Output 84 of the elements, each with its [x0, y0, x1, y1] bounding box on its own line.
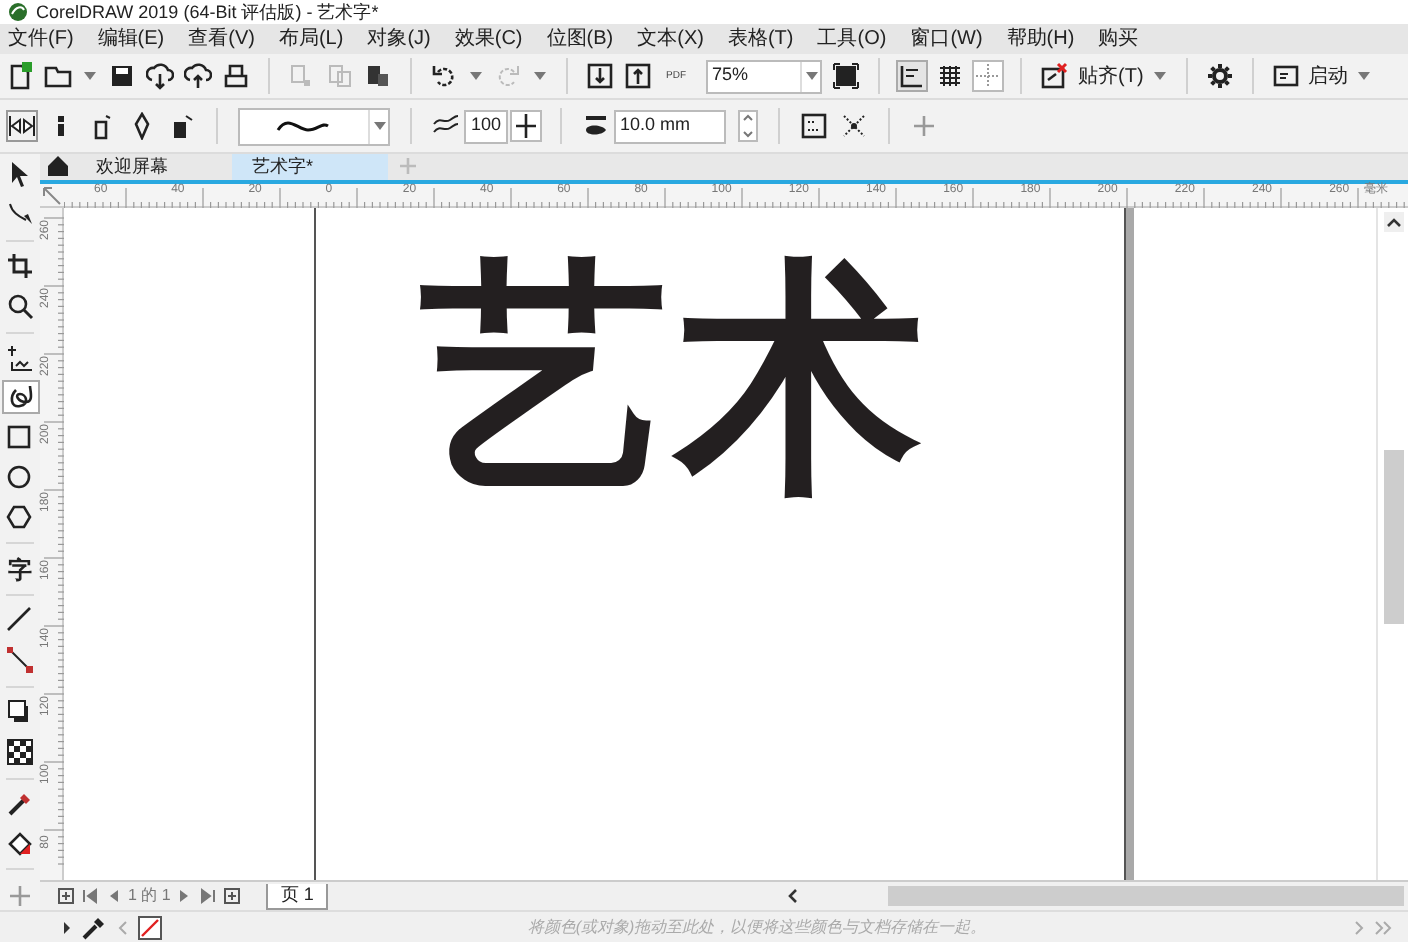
document-tab[interactable]: 艺术字* — [232, 154, 388, 180]
menu-item[interactable]: 位图(B) — [546, 29, 614, 49]
page-tab[interactable]: 页 1 — [266, 883, 328, 909]
caret-icon[interactable] — [371, 118, 387, 134]
menu-item[interactable]: 查看(V) — [188, 29, 255, 49]
save-icon[interactable] — [108, 62, 136, 90]
eyedropper-icon[interactable] — [82, 915, 106, 939]
menu-item[interactable]: 对象(J) — [367, 29, 431, 49]
launch-dropdown[interactable]: 启动 — [1271, 61, 1372, 91]
zoom-tool-icon[interactable] — [6, 292, 34, 321]
scrollbar-thumb[interactable] — [1383, 450, 1403, 624]
connector-tool-icon[interactable] — [6, 646, 34, 675]
snap-off-icon[interactable] — [1040, 62, 1068, 90]
rulers-icon[interactable] — [898, 62, 926, 90]
cloud-upload-icon[interactable] — [184, 62, 212, 90]
add-page-icon[interactable] — [56, 886, 76, 906]
menu-item[interactable]: 帮助(H) — [1006, 29, 1075, 49]
caret-icon[interactable] — [532, 68, 548, 84]
plus-slider-icon[interactable] — [512, 112, 540, 140]
stroke-width-icon[interactable] — [582, 112, 610, 140]
undo-icon[interactable] — [430, 62, 458, 90]
expand-icon[interactable] — [60, 919, 72, 935]
add-page-icon[interactable] — [222, 886, 243, 906]
fill-tool-icon[interactable] — [6, 829, 34, 858]
smoothing-field[interactable]: 100 — [464, 109, 508, 143]
paste-icon[interactable] — [364, 62, 392, 90]
menu-item[interactable]: 布局(L) — [278, 29, 344, 49]
line-tool-icon[interactable] — [6, 606, 34, 635]
page-counter: 1 的 1 — [128, 884, 171, 908]
stroke-curve-icon[interactable] — [276, 116, 332, 136]
grid-icon[interactable] — [936, 62, 964, 90]
caret-icon[interactable] — [803, 68, 819, 84]
break-apart-icon[interactable] — [840, 112, 868, 140]
artistic-text[interactable]: 艺术 — [420, 256, 932, 504]
ellipse-tool-icon[interactable] — [6, 463, 34, 492]
scrollbar-thumb[interactable] — [888, 886, 1404, 906]
calligraphy-icon[interactable] — [168, 112, 196, 140]
rectangle-tool-icon[interactable] — [6, 423, 34, 452]
no-color-swatch-icon[interactable] — [138, 915, 162, 939]
transparency-tool-icon[interactable] — [6, 738, 34, 767]
new-document-icon[interactable] — [6, 62, 34, 90]
import-icon[interactable] — [586, 62, 614, 90]
text-tool-icon[interactable]: 字 — [8, 557, 32, 582]
snap-dropdown[interactable]: 贴齐(T) — [1078, 61, 1168, 91]
stroke-width-field[interactable]: 10.0 mm — [614, 109, 726, 143]
window-title: CorelDRAW 2019 (64-Bit 评估版) - 艺术字* — [36, 3, 379, 21]
app-logo-icon[interactable] — [8, 2, 28, 22]
last-page-icon[interactable] — [198, 886, 219, 906]
freehand-tool-icon[interactable] — [6, 343, 34, 372]
menu-item[interactable]: 文本(X) — [637, 29, 704, 49]
polygon-tool-icon[interactable] — [6, 503, 34, 532]
add-icon[interactable] — [910, 112, 938, 140]
window-icon[interactable] — [1271, 62, 1300, 90]
guidelines-icon[interactable] — [974, 62, 1002, 90]
artistic-tool-icon[interactable] — [6, 383, 34, 412]
stroke-preset-dropdown[interactable] — [238, 107, 390, 145]
caret-icon[interactable] — [82, 68, 98, 84]
eyedropper-tool-icon[interactable] — [6, 789, 34, 818]
menu-item[interactable]: 文件(F) — [8, 29, 74, 49]
first-page-icon[interactable] — [80, 886, 100, 906]
spinner-icon[interactable] — [738, 110, 758, 142]
settings-icon[interactable] — [1205, 62, 1234, 90]
shadow-tool-icon[interactable] — [6, 698, 34, 727]
full-screen-icon[interactable] — [832, 62, 860, 90]
bounding-box-icon[interactable] — [800, 112, 828, 140]
menu-item[interactable]: 编辑(E) — [97, 29, 165, 49]
caret-icon[interactable] — [468, 68, 484, 84]
menu-item[interactable]: 工具(O) — [817, 29, 887, 49]
print-icon[interactable] — [222, 62, 250, 90]
cloud-download-icon[interactable] — [146, 62, 174, 90]
add-icon[interactable] — [6, 881, 34, 910]
crop-tool-icon[interactable] — [6, 252, 34, 281]
menu-item[interactable]: 窗口(W) — [910, 29, 983, 49]
export-icon[interactable] — [624, 62, 652, 90]
caret-icon[interactable] — [1355, 68, 1372, 84]
menu-item[interactable]: 效果(C) — [454, 29, 523, 49]
mirror-icon[interactable] — [8, 112, 36, 140]
ruler-origin-icon[interactable] — [42, 186, 62, 206]
caret-icon[interactable] — [1151, 68, 1168, 84]
scroll-up-icon[interactable] — [1383, 212, 1403, 232]
menu-item[interactable]: 表格(T) — [727, 29, 794, 49]
zoom-level-field[interactable]: 75% — [706, 59, 822, 93]
folder-icon[interactable] — [44, 62, 72, 90]
menu-item[interactable]: 购买 — [1098, 29, 1139, 49]
